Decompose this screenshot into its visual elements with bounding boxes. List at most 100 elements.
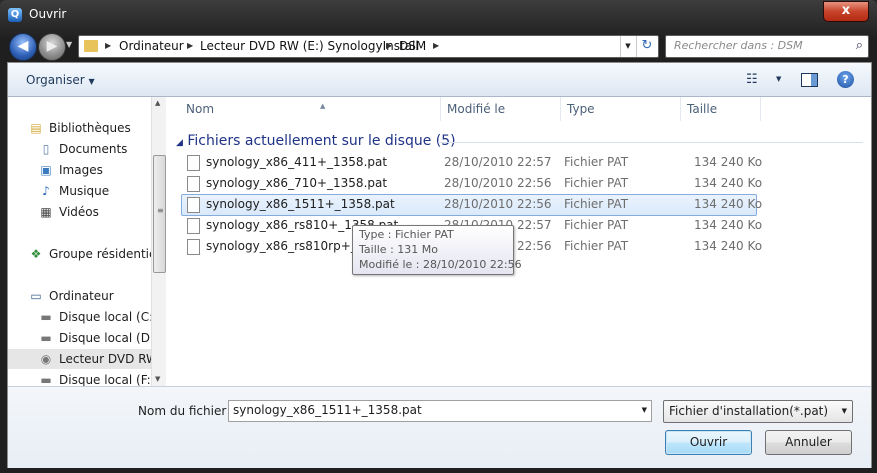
tooltip-type: Type : Fichier PAT	[359, 228, 454, 241]
grip-icon: ≡	[157, 206, 164, 215]
computer-icon: ▭	[30, 289, 42, 303]
nav-item-label: Bibliothèques	[49, 121, 131, 135]
column-size-label: Taille	[687, 102, 718, 116]
file-icon	[187, 176, 200, 192]
tooltip-size: Taille : 131 Mo	[359, 243, 438, 256]
back-button[interactable]: ◀	[9, 33, 37, 61]
help-icon[interactable]: ?	[837, 71, 854, 88]
drive-icon: ▬	[40, 331, 52, 345]
cancel-button[interactable]: Annuler	[765, 430, 852, 455]
open-dialog: Q Ouvrir x ◀ ▶ ▼ ▶ Ordinateur ▶ Lecteur …	[0, 0, 877, 473]
breadcrumb-separator-icon[interactable]: ▶	[433, 41, 439, 50]
nav-item-music[interactable]: ♪ Musique	[38, 181, 109, 201]
file-row[interactable]: synology_x86_411+_1358.pat 28/10/2010 22…	[182, 153, 762, 173]
nav-item-label: Lecteur DVD RW	[59, 352, 158, 366]
forward-arrow-icon: ▶	[46, 38, 58, 54]
file-size: 134 240 Ko	[694, 218, 763, 232]
column-header-modified[interactable]: Modifié le	[441, 97, 561, 121]
history-dropdown-icon[interactable]: ▼	[66, 40, 72, 49]
file-type: Fichier PAT	[564, 155, 629, 169]
file-type: Fichier PAT	[564, 218, 629, 232]
preview-pane-icon[interactable]	[801, 73, 818, 87]
navigation-pane: ▤ Bibliothèques ▯ Documents ▣ Images ♪ Musiq…	[8, 97, 160, 387]
nav-item-images[interactable]: ▣ Images	[38, 160, 103, 180]
music-icon: ♪	[42, 184, 50, 198]
file-type: Fichier PAT	[564, 176, 629, 190]
column-header-name[interactable]: Nom ▲	[180, 97, 441, 121]
open-button[interactable]: Ouvrir	[665, 430, 752, 455]
filename-label: Nom du fichier :	[138, 404, 235, 418]
nav-item-label: Disque local (C:)	[59, 310, 158, 324]
file-modified: 28/10/2010 22:56	[444, 197, 552, 211]
nav-item-documents[interactable]: ▯ Documents	[38, 139, 128, 159]
group-title: Fichiers actuellement sur le disque (5)	[187, 133, 456, 149]
chevron-down-icon: ▼	[88, 77, 95, 86]
column-modified-label: Modifié le	[447, 102, 506, 116]
group-divider	[438, 142, 863, 143]
column-type-label: Type	[567, 102, 595, 116]
tooltip-modified: Modifié le : 28/10/2010 22:56	[359, 258, 522, 271]
file-name: synology_x86_1511+_1358.pat	[206, 197, 395, 211]
nav-item-label: Disque local (F:)	[59, 373, 156, 387]
filename-field[interactable]: synology_x86_1511+_1358.pat ▼	[228, 400, 652, 422]
drive-c-icon: ▬	[40, 310, 52, 324]
nav-item-drive-d[interactable]: ▬ Disque local (D:)	[38, 328, 159, 348]
nav-item-drive-c[interactable]: ▬ Disque local (C:)	[38, 307, 158, 327]
scroll-up-icon[interactable]: ▲	[155, 99, 160, 107]
breadcrumb-dsm[interactable]: DSM	[399, 39, 426, 53]
videos-icon: ▦	[40, 205, 52, 219]
breadcrumb-separator-icon[interactable]: ▶	[386, 41, 392, 50]
dvd-drive-icon: ◉	[40, 352, 52, 366]
file-info-tooltip: Type : Fichier PAT Taille : 131 Mo Modif…	[352, 225, 522, 275]
nav-item-label: Groupe résidentiel	[49, 247, 160, 261]
column-header-size[interactable]: Taille	[681, 97, 761, 121]
nav-item-label: Disque local (D:)	[59, 331, 159, 345]
nav-item-computer[interactable]: ▭ Ordinateur	[28, 286, 113, 306]
library-icon: ▤	[30, 121, 42, 135]
address-bar[interactable]: ▶ Ordinateur ▶ Lecteur DVD RW (E:) Synol…	[78, 35, 659, 58]
images-icon: ▣	[40, 163, 52, 177]
file-list: Nom ▲ Modifié le Type Taille ◢ Fichiers a…	[166, 97, 871, 386]
app-icon: Q	[8, 8, 22, 22]
file-modified: 28/10/2010 22:56	[444, 176, 552, 190]
file-size: 134 240 Ko	[694, 197, 763, 211]
search-icon[interactable]: ⌕	[856, 38, 863, 53]
breadcrumb-ordinateur[interactable]: Ordinateur	[119, 39, 184, 53]
nav-item-label: Documents	[59, 142, 128, 156]
search-input[interactable]: Rechercher dans : DSM ⌕	[665, 35, 869, 58]
file-type-filter[interactable]: Fichier d'installation(*.pat) ▼	[663, 400, 853, 423]
view-dropdown-icon[interactable]: ▼	[776, 75, 781, 83]
breadcrumb-separator-icon[interactable]: ▶	[187, 41, 193, 50]
file-row-selected[interactable]: synology_x86_1511+_1358.pat 28/10/2010 2…	[181, 194, 762, 216]
homegroup-icon: ❖	[30, 247, 42, 261]
organiser-button[interactable]: Organiser ▼	[26, 73, 95, 87]
nav-item-libraries[interactable]: ▤ Bibliothèques	[28, 118, 131, 138]
filename-dropdown-icon[interactable]: ▼	[642, 406, 647, 414]
nav-item-dvd-drive[interactable]: ◉ Lecteur DVD RW	[8, 349, 158, 369]
search-placeholder: Rechercher dans : DSM	[674, 39, 803, 52]
sort-ascending-icon: ▲	[320, 102, 326, 110]
window-title: Ouvrir	[29, 7, 67, 21]
change-view-icon[interactable]: ☷	[746, 72, 758, 87]
group-header[interactable]: ◢ Fichiers actuellement sur le disque (5…	[176, 133, 456, 149]
address-dropdown-icon[interactable]: ▼	[620, 36, 635, 57]
breadcrumb-separator-icon[interactable]: ▶	[105, 41, 111, 50]
close-button[interactable]: x	[823, 1, 869, 22]
documents-icon: ▯	[42, 142, 50, 156]
file-modified: 28/10/2010 22:57	[444, 155, 552, 169]
file-icon	[187, 239, 200, 255]
nav-item-videos[interactable]: ▦ Vidéos	[38, 202, 99, 222]
file-type: Fichier PAT	[564, 197, 629, 211]
scroll-down-icon[interactable]: ▼	[155, 375, 160, 383]
scroll-thumb[interactable]: ≡	[153, 155, 166, 273]
nav-scrollbar[interactable]: ▲ ≡ ▼	[151, 97, 166, 386]
filename-value: synology_x86_1511+_1358.pat	[233, 403, 422, 417]
file-type: Fichier PAT	[564, 239, 629, 253]
nav-item-label: Vidéos	[59, 205, 99, 219]
refresh-icon[interactable]: ↻	[636, 36, 657, 57]
nav-item-homegroup[interactable]: ❖ Groupe résidentiel	[28, 244, 160, 264]
forward-button[interactable]: ▶	[38, 33, 66, 61]
column-header-type[interactable]: Type	[561, 97, 681, 121]
file-row[interactable]: synology_x86_710+_1358.pat 28/10/2010 22…	[182, 174, 762, 194]
file-size: 134 240 Ko	[694, 176, 763, 190]
